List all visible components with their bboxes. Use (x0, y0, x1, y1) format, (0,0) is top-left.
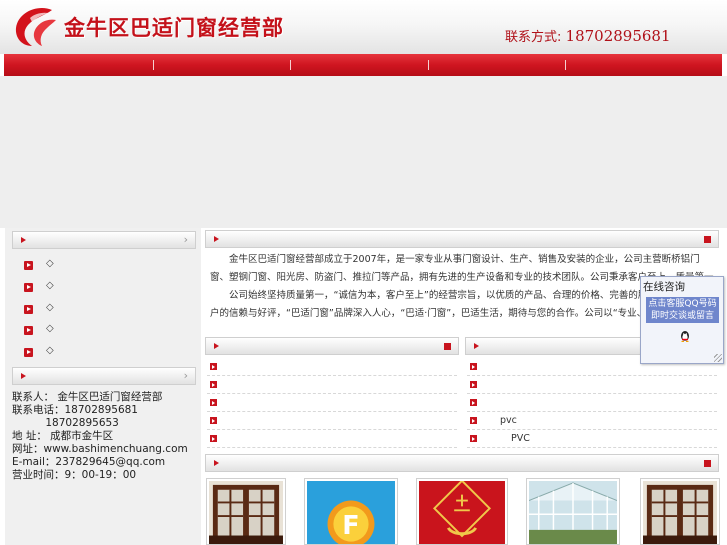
triangle-icon (214, 460, 219, 466)
triangle-icon (214, 236, 219, 242)
product-thumb-red-door[interactable] (416, 478, 508, 545)
nav-separator (565, 60, 566, 70)
list-item[interactable]: PVC (467, 430, 717, 448)
contact-person: 联系人： 金牛区巴适门窗经营部 (12, 391, 163, 403)
banner-area (0, 76, 727, 228)
resize-grip-icon[interactable] (714, 354, 722, 362)
product-thumb-sunroom[interactable] (526, 478, 620, 545)
arrow-bullet-icon (470, 435, 477, 442)
list-item[interactable] (207, 394, 457, 412)
chevron-right-icon[interactable]: › (184, 369, 188, 382)
sunroom-image (529, 481, 617, 544)
red-door-image (419, 481, 505, 544)
arrow-bullet-icon (210, 399, 217, 406)
more-square-icon[interactable] (704, 236, 711, 243)
more-square-icon[interactable] (704, 460, 711, 467)
arrow-bullet-icon (24, 348, 33, 357)
category-label: ◇ (46, 280, 54, 291)
category-label: ◇ (46, 345, 54, 356)
contact-panel-header: › (12, 367, 196, 385)
contact-email[interactable]: E-mail：237829645@qq.com (12, 456, 165, 469)
nav-separator (153, 60, 154, 70)
consult-title: 在线咨询 (643, 281, 685, 293)
wood-window-image (209, 481, 283, 544)
arrow-bullet-icon (470, 381, 477, 388)
product-thumb-wood-window-2[interactable] (640, 478, 720, 545)
list-item[interactable] (467, 376, 717, 394)
product-thumb-wood-window[interactable] (206, 478, 286, 545)
contact-phone-1: 联系电话：18702895681 (12, 404, 138, 416)
arrow-bullet-icon (24, 261, 33, 270)
arrow-bullet-icon (470, 363, 477, 370)
arrow-bullet-icon (24, 283, 33, 292)
arrow-bullet-icon (24, 326, 33, 335)
triangle-icon (474, 343, 479, 349)
arrow-bullet-icon (210, 381, 217, 388)
f-logo-image: F (307, 481, 395, 544)
wood-window-image (643, 481, 717, 544)
contact-phone-2: 18702895653 (12, 417, 119, 429)
news-panel-header (205, 337, 459, 355)
consult-qq-button[interactable]: 点击客服QQ号码 即时交谈或留言 (646, 297, 719, 323)
arrow-bullet-icon (210, 435, 217, 442)
list-item[interactable] (207, 358, 457, 376)
products-panel-header (205, 454, 719, 472)
categories-panel-header: › (12, 231, 196, 249)
arrow-bullet-icon (210, 363, 217, 370)
list-item-label: PVC (511, 433, 530, 444)
more-square-icon[interactable] (444, 343, 451, 350)
arrow-bullet-icon (24, 305, 33, 314)
online-consult-widget: 在线咨询 点击客服QQ号码 即时交谈或留言 (640, 276, 724, 364)
arrow-bullet-icon (470, 417, 477, 424)
list-item[interactable] (207, 430, 457, 448)
list-item[interactable] (207, 376, 457, 394)
arrow-bullet-icon (470, 399, 477, 406)
contact-info: 联系方式: 18702895681 (505, 26, 671, 45)
qq-penguin-icon[interactable] (679, 330, 691, 342)
arrow-bullet-icon (210, 417, 217, 424)
consult-line-1: 点击客服QQ号码 (648, 299, 717, 309)
triangle-icon (214, 343, 219, 349)
left-sidebar (5, 228, 201, 545)
contact-website[interactable]: 网址：www.bashimenchuang.com (12, 443, 188, 456)
site-header: 金牛区巴适门窗经营部 联系方式: 18702895681 (0, 0, 727, 54)
list-item-label: pvc (500, 415, 517, 426)
category-label: ◇ (46, 258, 54, 269)
main-nav (4, 54, 722, 76)
consult-line-2: 即时交谈或留言 (650, 311, 714, 321)
category-label: ◇ (46, 302, 54, 313)
product-thumb-f-logo[interactable]: F (304, 478, 398, 545)
nav-separator (290, 60, 291, 70)
site-title: 金牛区巴适门窗经营部 (64, 16, 284, 40)
intro-panel-header (205, 230, 719, 248)
contact-address: 地 址： 成都市金牛区 (12, 430, 114, 442)
triangle-icon (21, 373, 26, 379)
contact-phone: 18702895681 (565, 27, 671, 45)
contact-label: 联系方式: (505, 30, 562, 45)
nav-separator (428, 60, 429, 70)
list-item[interactable]: pvc (467, 412, 717, 430)
contact-hours: 营业时间：9：00-19：00 (12, 469, 137, 481)
svg-text:F: F (342, 510, 359, 540)
list-item[interactable] (467, 394, 717, 412)
category-label: ◇ (46, 323, 54, 334)
triangle-icon (21, 237, 26, 243)
chevron-right-icon[interactable]: › (184, 233, 188, 246)
list-item[interactable] (207, 412, 457, 430)
logo-icon[interactable] (12, 6, 58, 48)
